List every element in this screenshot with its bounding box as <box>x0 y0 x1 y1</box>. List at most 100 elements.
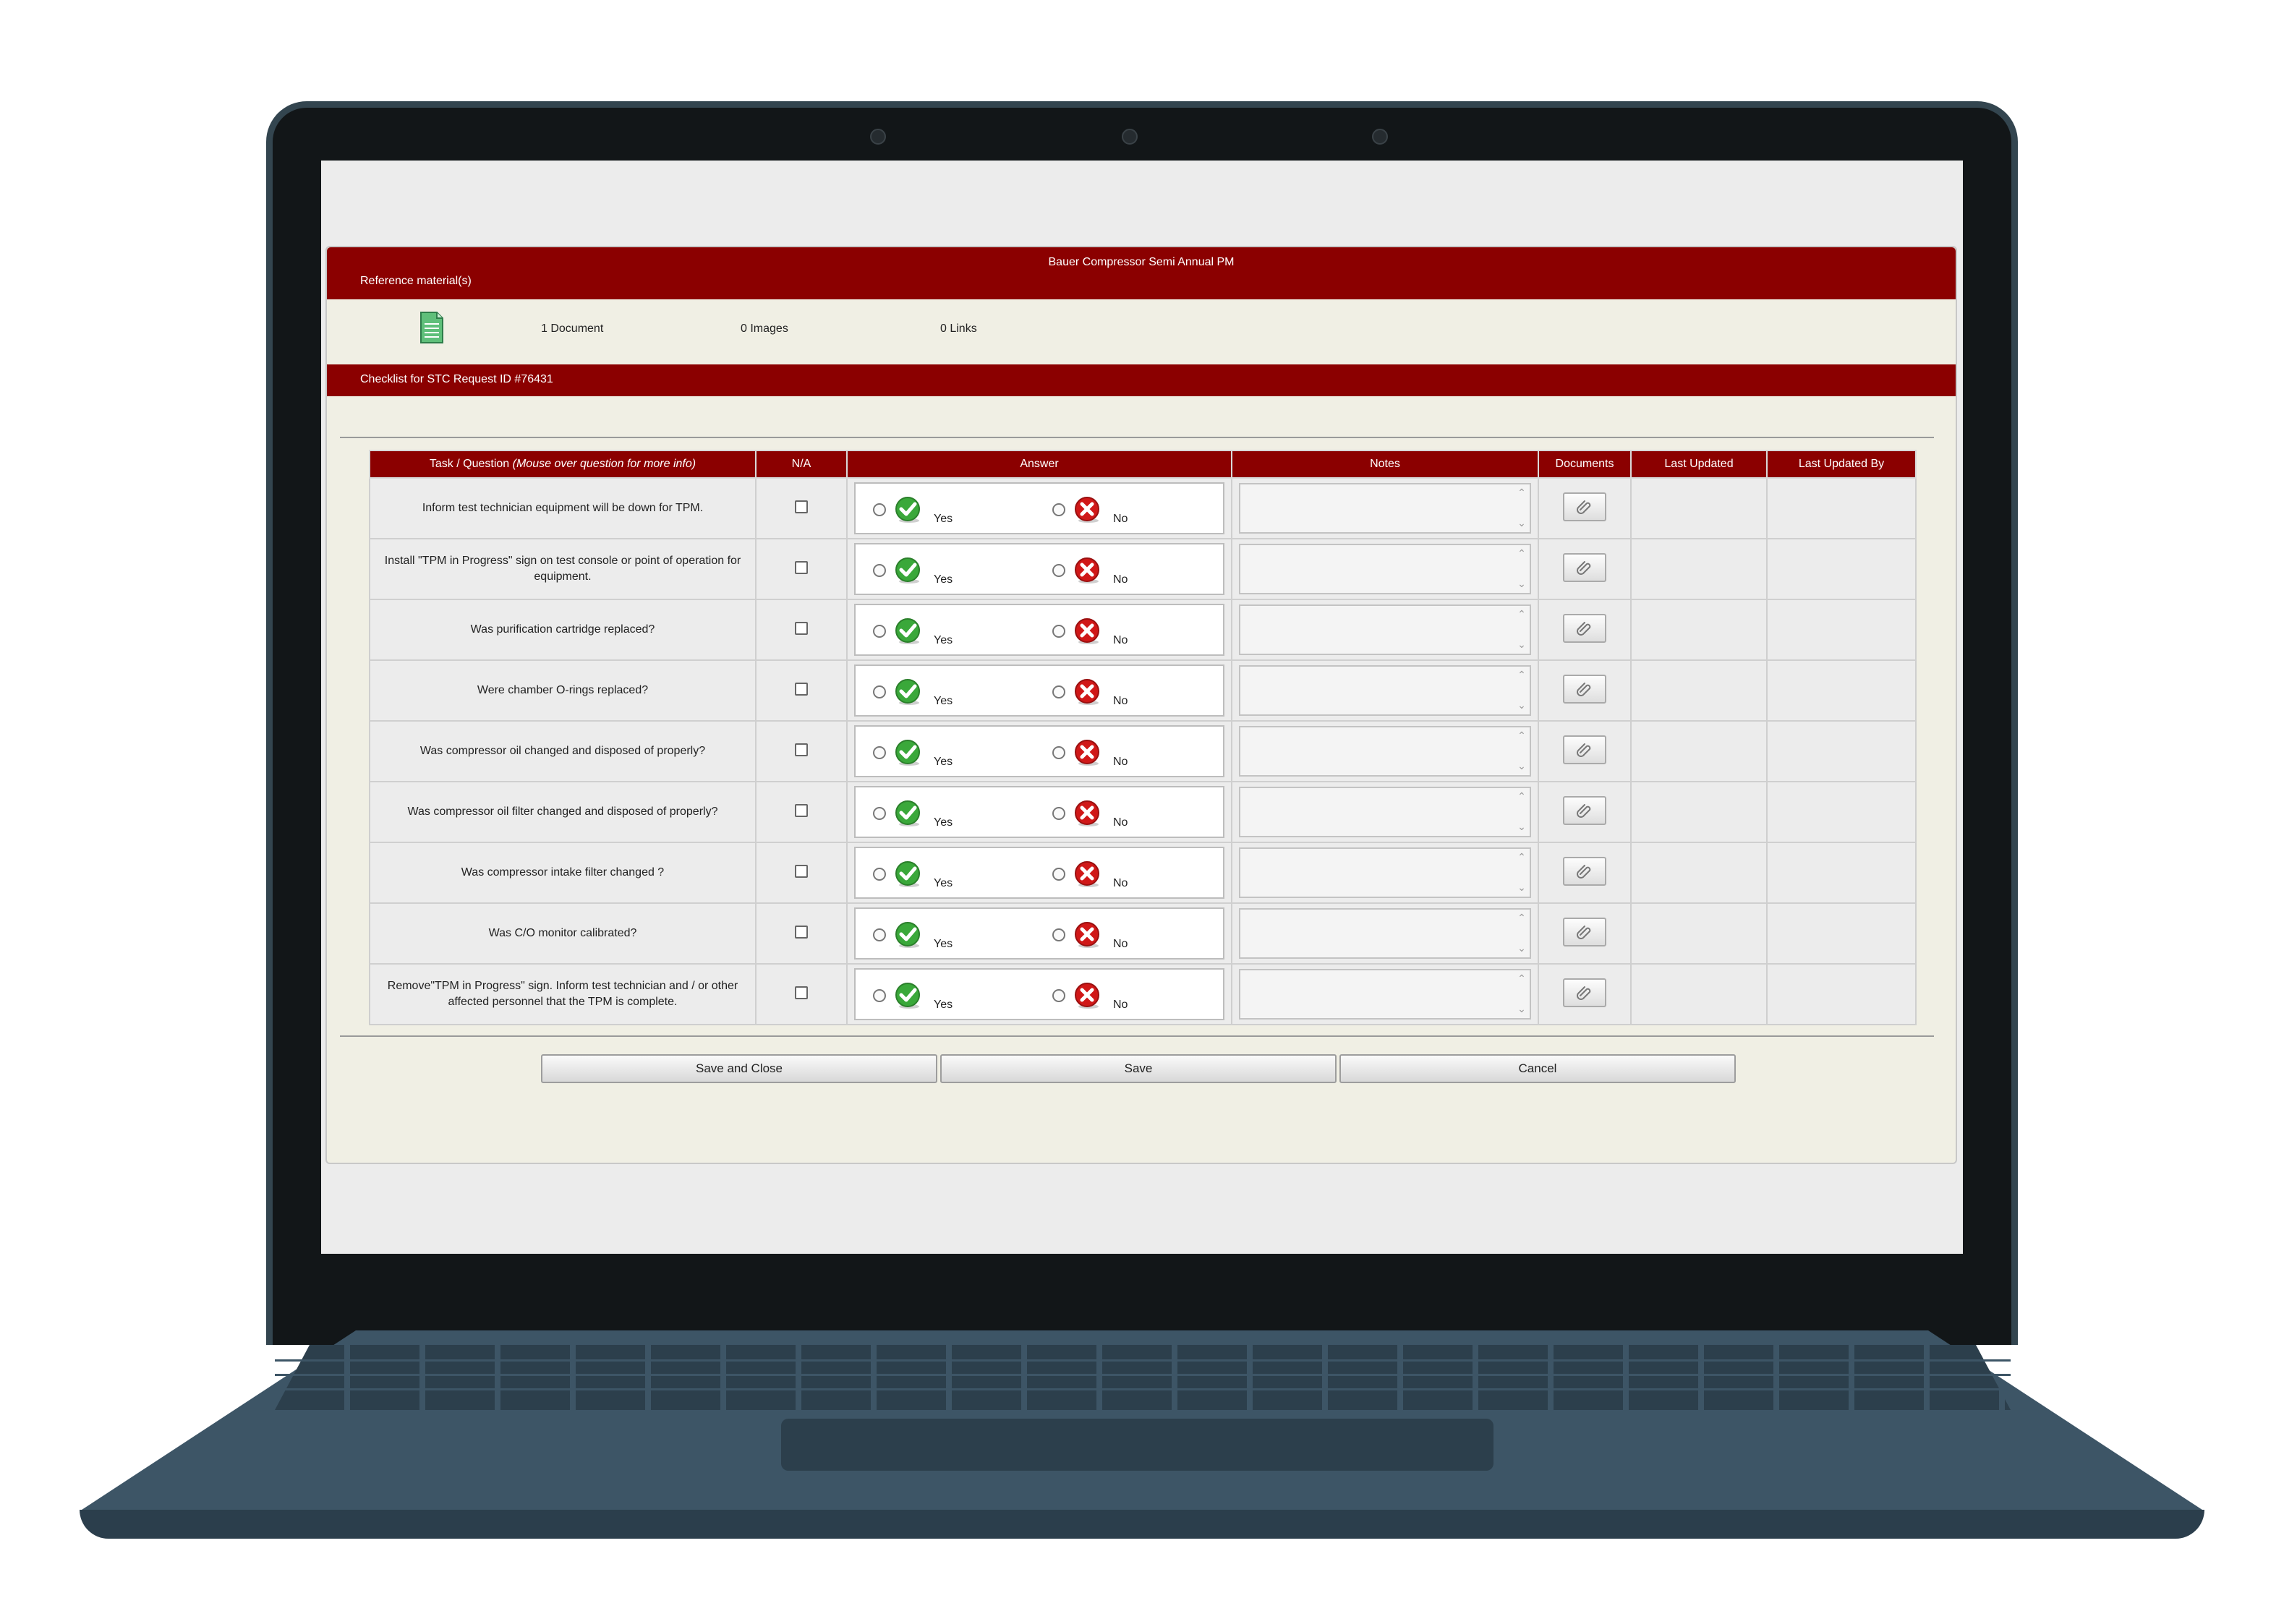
notes-textarea[interactable]: ⌃ ⌄ <box>1239 787 1531 837</box>
check-icon[interactable] <box>893 495 922 524</box>
task-question[interactable]: Was purification cartridge replaced? <box>369 599 757 661</box>
scroll-down-icon[interactable]: ⌄ <box>1517 943 1527 953</box>
yes-radio[interactable] <box>873 989 886 1002</box>
na-checkbox[interactable] <box>795 560 808 574</box>
yes-label: Yes <box>934 938 953 950</box>
images-count[interactable]: 0 Images <box>741 322 788 336</box>
notes-textarea[interactable]: ⌃ ⌄ <box>1239 604 1531 655</box>
no-radio[interactable] <box>1052 746 1065 759</box>
check-icon[interactable] <box>893 860 922 889</box>
na-checkbox[interactable] <box>795 682 808 696</box>
yes-radio[interactable] <box>873 868 886 881</box>
cross-icon[interactable] <box>1073 860 1101 889</box>
cross-icon[interactable] <box>1073 920 1101 949</box>
na-checkbox[interactable] <box>795 500 808 513</box>
attach-document-button[interactable] <box>1563 492 1606 521</box>
cross-icon[interactable] <box>1073 495 1101 524</box>
links-count[interactable]: 0 Links <box>940 322 977 336</box>
task-question[interactable]: Install "TPM in Progress" sign on test c… <box>369 538 757 600</box>
task-question[interactable]: Was compressor oil changed and disposed … <box>369 720 757 782</box>
scroll-down-icon[interactable]: ⌄ <box>1517 700 1527 710</box>
scroll-down-icon[interactable]: ⌄ <box>1517 882 1527 892</box>
check-icon[interactable] <box>893 738 922 767</box>
no-radio[interactable] <box>1052 868 1065 881</box>
scroll-up-icon[interactable]: ⌃ <box>1517 730 1527 740</box>
attach-document-button[interactable] <box>1563 917 1606 946</box>
scroll-up-icon[interactable]: ⌃ <box>1517 609 1527 619</box>
no-radio[interactable] <box>1052 564 1065 577</box>
task-question[interactable]: Was C/O monitor calibrated? <box>369 902 757 965</box>
attach-document-button[interactable] <box>1563 613 1606 643</box>
scroll-up-icon[interactable]: ⌃ <box>1517 913 1527 923</box>
no-radio[interactable] <box>1052 685 1065 698</box>
no-radio[interactable] <box>1052 928 1065 941</box>
notes-textarea[interactable]: ⌃ ⌄ <box>1239 908 1531 959</box>
scroll-up-icon[interactable]: ⌃ <box>1517 548 1527 558</box>
scroll-down-icon[interactable]: ⌄ <box>1517 518 1527 528</box>
task-question[interactable]: Were chamber O-rings replaced? <box>369 659 757 722</box>
notes-textarea[interactable]: ⌃ ⌄ <box>1239 483 1531 534</box>
attach-document-button[interactable] <box>1563 735 1606 764</box>
scroll-up-icon[interactable]: ⌃ <box>1517 487 1527 497</box>
save-button[interactable]: Save <box>940 1054 1337 1083</box>
yes-radio[interactable] <box>873 503 886 516</box>
documents-count[interactable]: 1 Document <box>541 322 603 336</box>
attach-document-button[interactable] <box>1563 856 1606 886</box>
check-icon[interactable] <box>893 678 922 706</box>
cross-icon[interactable] <box>1073 617 1101 646</box>
yes-radio[interactable] <box>873 685 886 698</box>
paperclip-icon <box>1577 925 1591 939</box>
yes-radio[interactable] <box>873 625 886 638</box>
no-radio[interactable] <box>1052 989 1065 1002</box>
check-icon[interactable] <box>893 617 922 646</box>
notes-textarea[interactable]: ⌃ ⌄ <box>1239 969 1531 1020</box>
notes-textarea[interactable]: ⌃ ⌄ <box>1239 544 1531 594</box>
scroll-up-icon[interactable]: ⌃ <box>1517 791 1527 801</box>
cross-icon[interactable] <box>1073 738 1101 767</box>
yes-radio[interactable] <box>873 746 886 759</box>
save-and-close-button[interactable]: Save and Close <box>541 1054 937 1083</box>
na-checkbox[interactable] <box>795 864 808 878</box>
scroll-down-icon[interactable]: ⌄ <box>1517 639 1527 649</box>
yes-radio[interactable] <box>873 564 886 577</box>
no-radio[interactable] <box>1052 503 1065 516</box>
scroll-up-icon[interactable]: ⌃ <box>1517 852 1527 862</box>
cross-icon[interactable] <box>1073 556 1101 585</box>
document-icon[interactable] <box>419 311 444 344</box>
check-icon[interactable] <box>893 920 922 949</box>
cross-icon[interactable] <box>1073 981 1101 1010</box>
task-question[interactable]: Inform test technician equipment will be… <box>369 477 757 539</box>
attach-document-button[interactable] <box>1563 978 1606 1007</box>
scroll-down-icon[interactable]: ⌄ <box>1517 578 1527 589</box>
notes-textarea[interactable]: ⌃ ⌄ <box>1239 726 1531 777</box>
cancel-button[interactable]: Cancel <box>1339 1054 1736 1083</box>
yes-radio[interactable] <box>873 928 886 941</box>
cross-icon[interactable] <box>1073 799 1101 828</box>
na-checkbox[interactable] <box>795 925 808 939</box>
scroll-down-icon[interactable]: ⌄ <box>1517 821 1527 832</box>
attach-document-button[interactable] <box>1563 674 1606 704</box>
check-icon[interactable] <box>893 556 922 585</box>
scroll-down-icon[interactable]: ⌄ <box>1517 761 1527 771</box>
attach-document-button[interactable] <box>1563 552 1606 582</box>
task-question[interactable]: Remove"TPM in Progress" sign. Inform tes… <box>369 963 757 1025</box>
na-checkbox[interactable] <box>795 743 808 756</box>
table-header-row: Task / Question (Mouse over question for… <box>369 450 1917 479</box>
attach-document-button[interactable] <box>1563 795 1606 825</box>
na-checkbox[interactable] <box>795 803 808 817</box>
notes-textarea[interactable]: ⌃ ⌄ <box>1239 847 1531 898</box>
scroll-down-icon[interactable]: ⌄ <box>1517 1004 1527 1014</box>
check-icon[interactable] <box>893 981 922 1010</box>
notes-textarea[interactable]: ⌃ ⌄ <box>1239 665 1531 716</box>
task-question[interactable]: Was compressor intake filter changed ? <box>369 842 757 904</box>
no-radio[interactable] <box>1052 625 1065 638</box>
task-question[interactable]: Was compressor oil filter changed and di… <box>369 781 757 843</box>
yes-radio[interactable] <box>873 807 886 820</box>
na-checkbox[interactable] <box>795 986 808 999</box>
na-checkbox[interactable] <box>795 621 808 635</box>
scroll-up-icon[interactable]: ⌃ <box>1517 670 1527 680</box>
check-icon[interactable] <box>893 799 922 828</box>
no-radio[interactable] <box>1052 807 1065 820</box>
cross-icon[interactable] <box>1073 678 1101 706</box>
scroll-up-icon[interactable]: ⌃ <box>1517 973 1527 983</box>
